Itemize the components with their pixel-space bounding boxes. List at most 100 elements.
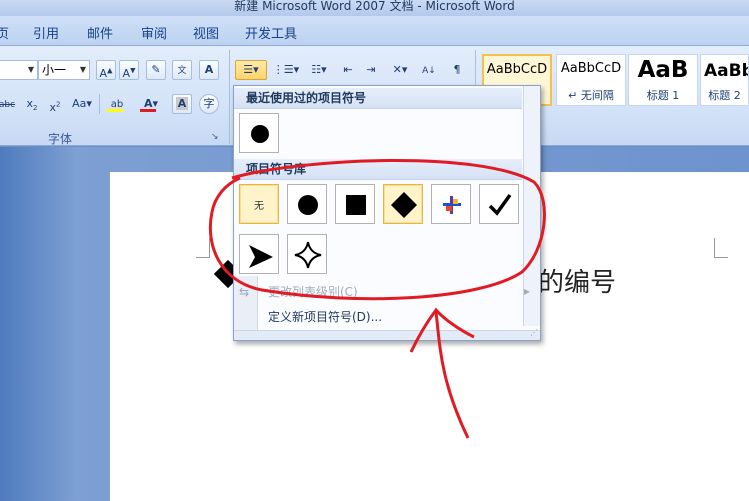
chevron-right-icon: ▶	[523, 287, 530, 296]
bullet-arrowhead[interactable]	[239, 234, 279, 274]
style-sample: AaB	[637, 57, 689, 83]
filled-circle-icon	[298, 195, 318, 215]
toolbar-separator	[99, 94, 100, 114]
sort-button[interactable]: A↓	[419, 60, 439, 80]
font-size-combo[interactable]: 小一 ▼	[38, 60, 90, 80]
bullet-none[interactable]: 无	[239, 184, 279, 224]
multilevel-list-icon: ☷▾	[311, 63, 327, 76]
pilcrow-icon: ¶	[453, 63, 461, 76]
bullets-list-icon: ☰▾	[243, 63, 259, 76]
strikethrough-icon: abc	[0, 100, 16, 110]
tab-review[interactable]: 审阅	[141, 23, 167, 42]
style-sample: AaBb	[704, 61, 749, 81]
eraser-icon: ✎	[151, 63, 161, 76]
watermark-url: jingyan.baidu.com	[614, 474, 734, 489]
bullet-library-header: 项目符号库	[234, 159, 522, 180]
shrink-font-button[interactable]: A▼	[119, 60, 139, 80]
colored-star-icon	[443, 196, 461, 214]
char-shading-button[interactable]: A	[172, 94, 192, 114]
clear-format-button[interactable]: ✎	[146, 60, 166, 80]
bullet-filled-square[interactable]	[335, 184, 375, 224]
tab-mailings[interactable]: 邮件	[87, 23, 113, 42]
font-group-caption: 字体	[48, 132, 73, 146]
baidu-watermark: Bai 经验 jingyan.baidu.com	[580, 436, 745, 496]
font-name-combo[interactable]: ▼	[0, 60, 38, 80]
four-point-star-icon	[294, 241, 322, 269]
font-color-bar	[140, 109, 156, 112]
change-case-icon: Aa▾	[72, 97, 92, 110]
window-title: 新建 Microsoft Word 2007 文档 - Microsoft Wo…	[234, 0, 515, 13]
checkmark-icon	[488, 193, 512, 216]
watermark-logo-text: Bai 经验	[580, 442, 694, 472]
bullet-checkmark[interactable]	[479, 184, 519, 224]
recent-bullets-header: 最近使用过的项目符号	[234, 88, 522, 109]
bullet-recent-filled-circle[interactable]	[239, 113, 279, 153]
style-heading-2[interactable]: AaBb 标题 2	[700, 54, 749, 106]
change-case-button[interactable]: Aa▾	[68, 94, 96, 114]
bullet-four-point-star[interactable]	[287, 234, 327, 274]
phonetic-guide-icon: 文	[177, 66, 187, 76]
char-border-icon: A	[204, 63, 214, 76]
document-text: 的编号	[538, 268, 617, 298]
change-list-level-label: 更改列表级别(C)	[268, 285, 358, 299]
grow-font-button[interactable]: A▲	[96, 60, 116, 80]
enclose-char-button[interactable]: 字	[199, 94, 219, 114]
margin-crop-mark	[196, 238, 210, 258]
resize-grip[interactable]: ⋰	[234, 328, 540, 340]
tab-view[interactable]: 视图	[193, 23, 219, 42]
grow-font-icon: A▲	[99, 66, 113, 80]
show-marks-button[interactable]: ¶	[447, 60, 467, 80]
tab-developer[interactable]: 开发工具	[245, 23, 297, 42]
bullet-library-dropdown: 最近使用过的项目符号 项目符号库 无 ⇆ 更改列表级别(C) ▶ 定义新项目符号…	[233, 85, 541, 341]
multilevel-list-button[interactable]: ☷▾	[304, 60, 334, 80]
define-new-bullet-menu-item[interactable]: 定义新项目符号(D)...	[234, 305, 540, 329]
tab-references[interactable]: 引用	[33, 23, 59, 42]
bullet-colored-star[interactable]	[431, 184, 471, 224]
subscript-button[interactable]: x2	[22, 94, 42, 114]
highlight-color-bar	[107, 109, 123, 112]
style-label: 标题 1	[646, 89, 680, 102]
strikethrough-button[interactable]: abc	[0, 94, 18, 114]
arrowhead-icon	[249, 245, 273, 268]
increase-indent-button[interactable]: ⇥	[361, 60, 381, 80]
superscript-button[interactable]: x2	[45, 94, 65, 114]
tab-page-layout[interactable]: 页	[0, 23, 9, 42]
font-color-button[interactable]: A▾	[136, 94, 166, 114]
style-no-spacing[interactable]: AaBbCcD ↵ 无间隔	[556, 54, 626, 106]
bullet-none-label: 无	[254, 201, 264, 212]
change-list-level-menu-item[interactable]: ⇆ 更改列表级别(C) ▶	[234, 280, 540, 304]
increase-indent-icon: ⇥	[366, 63, 376, 76]
style-heading-1[interactable]: AaB 标题 1	[628, 54, 698, 106]
decrease-indent-button[interactable]: ⇤	[338, 60, 358, 80]
enclose-char-icon: 字	[203, 97, 215, 110]
style-label: 标题 2	[708, 89, 741, 102]
group-separator	[229, 50, 230, 144]
font-size-value: 小一	[42, 63, 67, 77]
ribbon-tab-bar: 页 引用 邮件 审阅 视图 开发工具	[0, 16, 749, 46]
sort-az-icon: A↓	[422, 66, 436, 76]
char-shading-icon: A	[175, 97, 189, 110]
bullet-filled-circle[interactable]	[287, 184, 327, 224]
filled-circle-icon	[251, 125, 269, 143]
bullets-button[interactable]: ☰▾	[235, 60, 267, 80]
decrease-indent-icon: ⇤	[343, 63, 353, 76]
phonetic-guide-button[interactable]: 文	[172, 60, 192, 80]
highlight-button[interactable]: ab	[103, 94, 131, 114]
dialog-launcher-icon[interactable]: ↘	[211, 132, 219, 142]
filled-square-icon	[346, 195, 366, 215]
resize-grip-icon: ⋰	[530, 328, 538, 337]
numbering-button[interactable]: ⋮☰▾	[271, 60, 301, 80]
define-new-bullet-label: 定义新项目符号(D)...	[268, 310, 383, 324]
style-sample: AaBbCcD	[560, 61, 622, 76]
asian-layout-icon: ✕▾	[392, 63, 408, 76]
char-border-button[interactable]: A	[199, 60, 219, 80]
asian-layout-button[interactable]: ✕▾	[387, 60, 413, 80]
superscript-icon: x2	[49, 100, 61, 114]
bullet-diamond[interactable]	[383, 184, 423, 224]
margin-crop-mark	[714, 238, 728, 258]
numbering-list-icon: ⋮☰▾	[272, 63, 300, 76]
diamond-icon	[391, 192, 417, 218]
subscript-icon: x2	[26, 97, 38, 113]
list-level-icon: ⇆	[239, 285, 250, 299]
chevron-down-icon: ▼	[79, 65, 87, 74]
